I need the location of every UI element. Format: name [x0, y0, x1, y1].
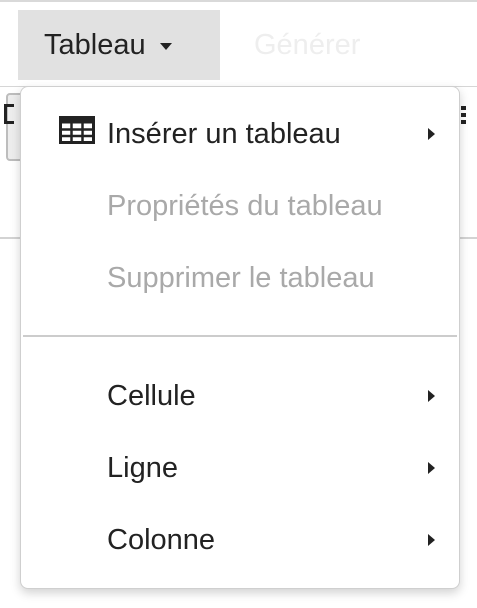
chevron-right-icon — [428, 534, 435, 546]
toolbar-more-icon[interactable] — [461, 106, 467, 124]
menu-item-label: Ligne — [107, 451, 178, 484]
toolbar-bracket-icon[interactable] — [4, 104, 14, 124]
menu-item-label: Insérer un tableau — [107, 117, 341, 150]
menu-item-row[interactable]: Ligne — [21, 436, 459, 500]
editor-window: Tableau Générer Insérer un tableau Propr… — [0, 0, 477, 608]
menu-item-label: Colonne — [107, 523, 216, 556]
chevron-right-icon — [428, 390, 435, 402]
table-dropdown-menu: Insérer un tableau Propriétés du tableau… — [20, 86, 460, 589]
menu-item-label: Cellule — [107, 379, 196, 412]
faded-menu-button[interactable]: Générer — [250, 10, 430, 80]
faded-menu-label: Générer — [254, 28, 361, 61]
menu-item-insert-table[interactable]: Insérer un tableau — [21, 102, 459, 166]
menu-item-table-properties: Propriétés du tableau — [21, 174, 459, 238]
menu-item-label: Supprimer le tableau — [107, 261, 375, 294]
menu-item-column[interactable]: Colonne — [21, 508, 459, 572]
chevron-down-icon — [159, 42, 172, 50]
menu-item-delete-table: Supprimer le tableau — [21, 246, 459, 310]
table-menu-button[interactable]: Tableau — [18, 10, 220, 80]
menu-item-cell[interactable]: Cellule — [21, 364, 459, 428]
table-icon — [59, 116, 95, 152]
menu-separator — [23, 335, 457, 337]
menubar: Tableau Générer — [0, 0, 477, 86]
chevron-right-icon — [428, 462, 435, 474]
chevron-right-icon — [428, 128, 435, 140]
menu-item-label: Propriétés du tableau — [107, 189, 383, 222]
table-menu-label: Tableau — [44, 28, 146, 61]
